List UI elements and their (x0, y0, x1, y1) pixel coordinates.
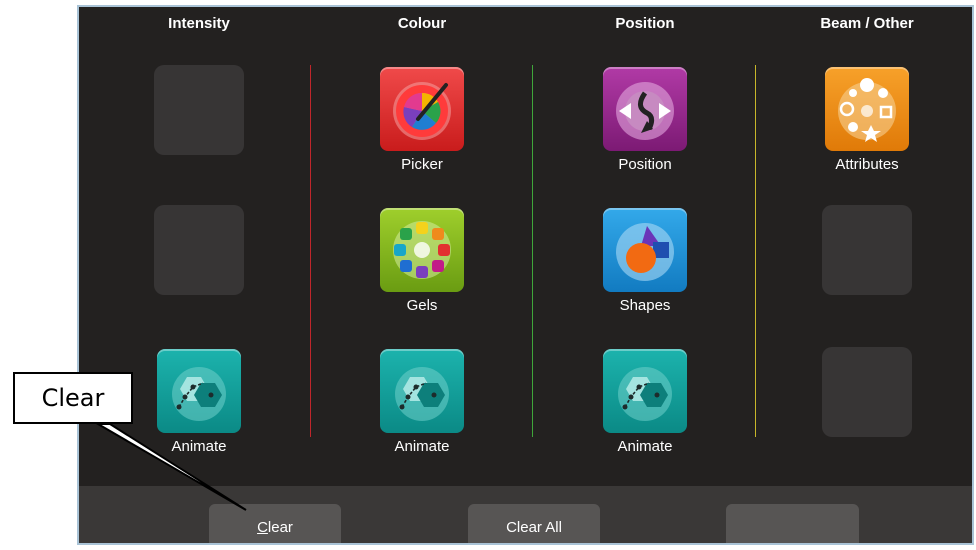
callout-box: Clear (13, 372, 133, 424)
callout-text: Clear (41, 384, 105, 412)
callout-pointer (94, 423, 247, 511)
